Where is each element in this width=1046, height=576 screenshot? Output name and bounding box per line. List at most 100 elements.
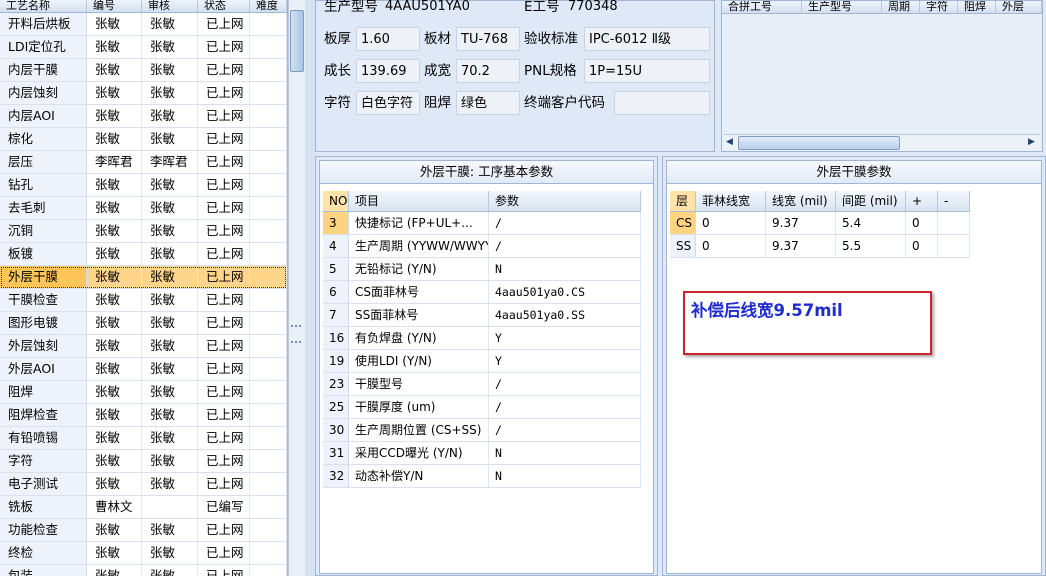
character-field[interactable]: 白色字符 bbox=[356, 91, 420, 115]
code-cell[interactable]: 张敏 bbox=[87, 427, 142, 449]
status-cell[interactable]: 已上网 bbox=[198, 519, 250, 541]
param-value-cell[interactable]: / bbox=[489, 373, 641, 395]
process-name-cell[interactable]: 去毛刺 bbox=[0, 197, 87, 219]
reviewer-cell[interactable]: 张敏 bbox=[142, 404, 198, 426]
col-header-plus[interactable]: + bbox=[906, 191, 938, 211]
code-cell[interactable]: 曹林文 bbox=[87, 496, 142, 518]
code-cell[interactable]: 张敏 bbox=[87, 82, 142, 104]
minus-cell[interactable] bbox=[938, 212, 970, 234]
process-name-cell[interactable]: 钻孔 bbox=[0, 174, 87, 196]
difficulty-cell[interactable] bbox=[250, 335, 287, 357]
difficulty-cell[interactable] bbox=[250, 13, 287, 35]
process-row[interactable]: 板镀 张敏 张敏 已上网 bbox=[0, 243, 287, 266]
linewidth-cell[interactable]: 9.37 bbox=[766, 235, 836, 257]
process-name-cell[interactable]: 阻焊 bbox=[0, 381, 87, 403]
reviewer-cell[interactable]: 张敏 bbox=[142, 335, 198, 357]
param-item-cell[interactable]: 快捷标记 (FP+UL+... bbox=[349, 212, 489, 234]
spacing-cell[interactable]: 5.5 bbox=[836, 235, 906, 257]
param-row[interactable]: 3 快捷标记 (FP+UL+... / bbox=[323, 212, 641, 235]
minus-cell[interactable] bbox=[938, 235, 970, 257]
code-cell[interactable]: 张敏 bbox=[87, 335, 142, 357]
status-cell[interactable]: 已上网 bbox=[198, 13, 250, 35]
status-cell[interactable]: 已上网 bbox=[198, 128, 250, 150]
difficulty-cell[interactable] bbox=[250, 312, 287, 334]
status-cell[interactable]: 已上网 bbox=[198, 289, 250, 311]
code-cell[interactable]: 李晖君 bbox=[87, 151, 142, 173]
col-header-spacing[interactable]: 间距 (mil) bbox=[836, 191, 906, 211]
col-header-item[interactable]: 项目 bbox=[349, 191, 489, 211]
reviewer-cell[interactable]: 张敏 bbox=[142, 82, 198, 104]
reviewer-cell[interactable]: 张敏 bbox=[142, 565, 198, 576]
status-cell[interactable]: 已上网 bbox=[198, 427, 250, 449]
param-row[interactable]: 30 生产周期位置 (CS+SS) / bbox=[323, 419, 641, 442]
code-cell[interactable]: 张敏 bbox=[87, 358, 142, 380]
code-cell[interactable]: 张敏 bbox=[87, 289, 142, 311]
process-name-cell[interactable]: 外层AOI bbox=[0, 358, 87, 380]
difficulty-cell[interactable] bbox=[250, 197, 287, 219]
process-row[interactable]: 外层AOI 张敏 张敏 已上网 bbox=[0, 358, 287, 381]
scrollbar-thumb[interactable] bbox=[290, 10, 304, 72]
col-header-param[interactable]: 参数 bbox=[489, 191, 641, 211]
process-row[interactable]: 外层干膜 张敏 张敏 已上网 bbox=[0, 266, 287, 289]
reviewer-cell[interactable]: 张敏 bbox=[142, 174, 198, 196]
col-header-model[interactable]: 生产型号 bbox=[802, 1, 882, 13]
param-value-cell[interactable]: N bbox=[489, 258, 641, 280]
difficulty-cell[interactable] bbox=[250, 358, 287, 380]
status-cell[interactable]: 已上网 bbox=[198, 105, 250, 127]
difficulty-cell[interactable] bbox=[250, 565, 287, 576]
difficulty-cell[interactable] bbox=[250, 542, 287, 564]
linewidth-cell[interactable]: 9.37 bbox=[766, 212, 836, 234]
param-row[interactable]: 25 干膜厚度 (um) / bbox=[323, 396, 641, 419]
difficulty-cell[interactable] bbox=[250, 220, 287, 242]
model-field[interactable]: 4AAU501YA0 bbox=[381, 0, 521, 19]
splitter-grip-icon[interactable] bbox=[291, 325, 301, 343]
process-name-cell[interactable]: 沉铜 bbox=[0, 220, 87, 242]
param-row[interactable]: 31 采用CCD曝光 (Y/N) N bbox=[323, 442, 641, 465]
status-cell[interactable]: 已上网 bbox=[198, 220, 250, 242]
col-header-merge-number[interactable]: 合拼工号 bbox=[722, 1, 802, 13]
process-row[interactable]: 铣板 曹林文 已编写 bbox=[0, 496, 287, 519]
process-name-cell[interactable]: 包装 bbox=[0, 565, 87, 576]
param-no-cell[interactable]: 3 bbox=[323, 212, 349, 234]
reviewer-cell[interactable]: 张敏 bbox=[142, 197, 198, 219]
col-header-code[interactable]: 编号 bbox=[87, 0, 142, 12]
process-name-cell[interactable]: 电子测试 bbox=[0, 473, 87, 495]
process-name-cell[interactable]: 阻焊检查 bbox=[0, 404, 87, 426]
param-item-cell[interactable]: 生产周期 (YYWW/WWYY) bbox=[349, 235, 489, 257]
difficulty-cell[interactable] bbox=[250, 427, 287, 449]
process-row[interactable]: 钻孔 张敏 张敏 已上网 bbox=[0, 174, 287, 197]
param-no-cell[interactable]: 4 bbox=[323, 235, 349, 257]
process-row[interactable]: 内层干膜 张敏 张敏 已上网 bbox=[0, 59, 287, 82]
param-row[interactable]: 23 干膜型号 / bbox=[323, 373, 641, 396]
param-item-cell[interactable]: 干膜型号 bbox=[349, 373, 489, 395]
process-name-cell[interactable]: 棕化 bbox=[0, 128, 87, 150]
reviewer-cell[interactable]: 张敏 bbox=[142, 542, 198, 564]
layer-cell[interactable]: CS bbox=[670, 212, 696, 234]
reviewer-cell[interactable]: 张敏 bbox=[142, 450, 198, 472]
process-name-cell[interactable]: 外层蚀刻 bbox=[0, 335, 87, 357]
scroll-left-icon[interactable]: ◀ bbox=[726, 136, 733, 148]
code-cell[interactable]: 张敏 bbox=[87, 381, 142, 403]
difficulty-cell[interactable] bbox=[250, 36, 287, 58]
param-value-cell[interactable]: Y bbox=[489, 350, 641, 372]
col-header-process-name[interactable]: 工艺名称 bbox=[0, 0, 87, 12]
process-name-cell[interactable]: 内层蚀刻 bbox=[0, 82, 87, 104]
reviewer-cell[interactable]: 张敏 bbox=[142, 128, 198, 150]
difficulty-cell[interactable] bbox=[250, 151, 287, 173]
param-value-cell[interactable]: N bbox=[489, 442, 641, 464]
reviewer-cell[interactable]: 张敏 bbox=[142, 59, 198, 81]
difficulty-cell[interactable] bbox=[250, 105, 287, 127]
difficulty-cell[interactable] bbox=[250, 174, 287, 196]
status-cell[interactable]: 已上网 bbox=[198, 381, 250, 403]
param-row[interactable]: 5 无铅标记 (Y/N) N bbox=[323, 258, 641, 281]
reviewer-cell[interactable]: 张敏 bbox=[142, 243, 198, 265]
status-cell[interactable]: 已上网 bbox=[198, 565, 250, 576]
process-name-cell[interactable]: 字符 bbox=[0, 450, 87, 472]
process-name-cell[interactable]: 图形电镀 bbox=[0, 312, 87, 334]
process-row[interactable]: 棕化 张敏 张敏 已上网 bbox=[0, 128, 287, 151]
param-value-cell[interactable]: / bbox=[489, 396, 641, 418]
reviewer-cell[interactable]: 张敏 bbox=[142, 381, 198, 403]
code-cell[interactable]: 张敏 bbox=[87, 312, 142, 334]
param-no-cell[interactable]: 5 bbox=[323, 258, 349, 280]
status-cell[interactable]: 已上网 bbox=[198, 358, 250, 380]
